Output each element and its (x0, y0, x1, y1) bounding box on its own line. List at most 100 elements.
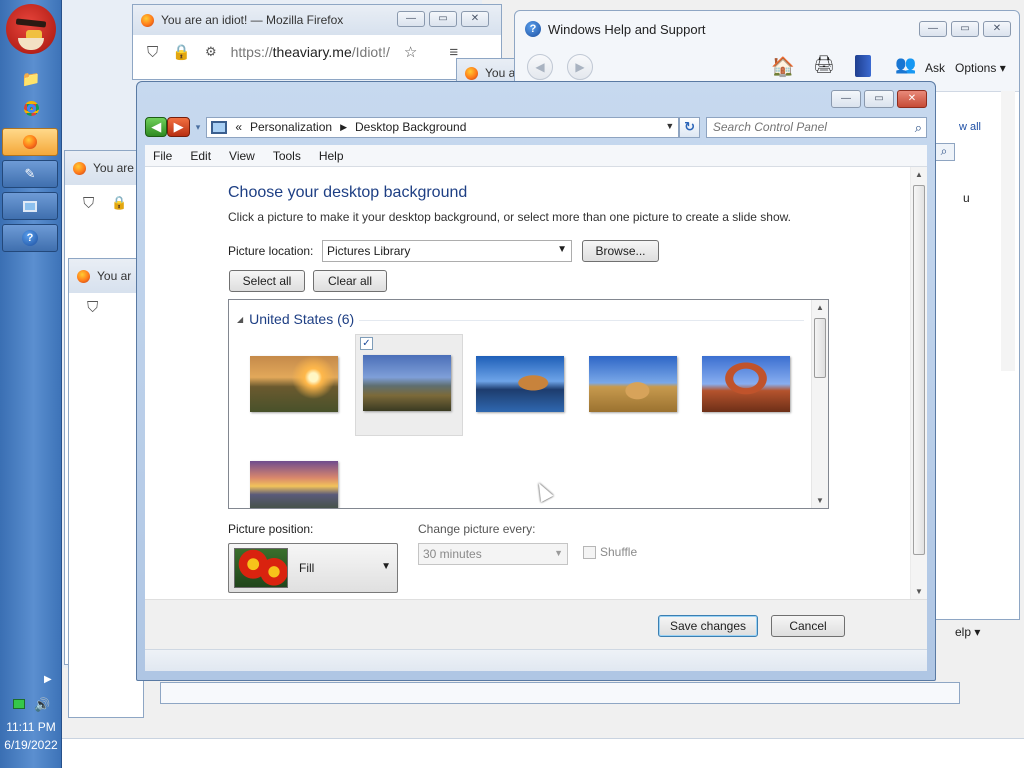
address-dropdown-icon[interactable]: ▼ (665, 121, 674, 131)
page-description: Click a picture to make it your desktop … (228, 210, 791, 224)
taskbar-firefox-button[interactable] (2, 128, 58, 156)
cancel-button[interactable]: Cancel (771, 615, 845, 637)
menu-edit[interactable]: Edit (190, 149, 211, 163)
home-icon[interactable]: 🏠 (771, 55, 795, 79)
thumbnail-coastal-rock[interactable] (455, 336, 564, 438)
breadcrumb-personalization[interactable]: Personalization (250, 120, 332, 134)
firefox-icon (77, 269, 90, 283)
forward-button[interactable]: ▶ (567, 54, 593, 80)
refresh-button[interactable]: ↻ (679, 116, 700, 138)
change-interval-select[interactable]: 30 minutes ▼ (418, 543, 568, 565)
forward-button[interactable]: ▶ (167, 117, 190, 137)
thumbnail-image (250, 356, 338, 412)
select-all-button[interactable]: Select all (229, 270, 305, 292)
start-button-angry-bird[interactable] (6, 4, 56, 54)
recent-pages-icon[interactable]: ▾ (196, 122, 201, 133)
checkbox-box[interactable] (583, 545, 596, 559)
thumbnail-hay-bale[interactable] (568, 336, 677, 438)
breadcrumb-overflow[interactable]: « (235, 120, 242, 134)
lock-icon[interactable]: 🔒 (172, 43, 191, 61)
help-scrollbar[interactable] (1001, 91, 1015, 371)
scrollbar-thumb[interactable] (913, 185, 925, 555)
menu-help[interactable]: Help (319, 149, 344, 163)
help-bottom-link[interactable]: elp ▾ (955, 625, 980, 639)
help-icon: ? (525, 21, 541, 37)
search-box[interactable]: ⌕ (705, 116, 927, 138)
firefox-window[interactable]: You are an idiot! — Mozilla Firefox — ▭ … (132, 4, 502, 80)
search-input[interactable] (712, 120, 913, 134)
breadcrumb-separator-icon[interactable]: ▶ (340, 122, 347, 133)
help-side-text: u (963, 191, 970, 205)
gallery-scrollbar[interactable]: ▲ ▼ (811, 300, 828, 508)
desktop-background-panel: Choose your desktop background Click a p… (145, 167, 927, 599)
print-icon[interactable]: 🖨 (813, 55, 835, 75)
browse-help-icon[interactable] (855, 55, 871, 77)
monitor-icon (23, 200, 37, 212)
picture-position-select[interactable]: Fill ▼ (228, 543, 398, 593)
back-button[interactable]: ◀ (145, 117, 168, 137)
picture-location-select[interactable]: Pictures Library ▼ (322, 240, 572, 262)
taskbar-personalization-button[interactable]: ✎ (2, 160, 58, 188)
breadcrumb-desktop-background[interactable]: Desktop Background (355, 120, 466, 134)
address-bar[interactable]: « Personalization ▶ Desktop Background ▼ (206, 116, 680, 138)
chrome-icon[interactable] (14, 97, 48, 119)
shuffle-checkbox[interactable]: Shuffle (583, 545, 637, 559)
options-button[interactable]: Options ▾ (955, 61, 1006, 75)
thumbnail-lake-sunset[interactable] (229, 441, 338, 508)
taskbar-help-button[interactable]: ? (2, 224, 58, 252)
scroll-down-icon[interactable]: ▼ (915, 587, 923, 596)
clear-all-button[interactable]: Clear all (313, 270, 387, 292)
maximize-button[interactable]: ▭ (951, 21, 979, 37)
minimize-button[interactable]: — (397, 11, 425, 27)
clock-time[interactable]: 11:11 PM (0, 720, 62, 734)
picture-gallery[interactable]: ◢ United States (6) ✓ ▲ ▼ (228, 299, 829, 509)
close-button[interactable]: ✕ (983, 21, 1011, 37)
menu-tools[interactable]: Tools (273, 149, 301, 163)
minimize-button[interactable]: — (831, 90, 861, 108)
view-all-link[interactable]: w all (959, 121, 981, 133)
back-button[interactable]: ◀ (527, 54, 553, 80)
close-button[interactable]: ✕ (897, 90, 927, 108)
tray-expand-icon[interactable]: ▶ (44, 674, 52, 685)
maximize-button[interactable]: ▭ (864, 90, 894, 108)
help-search-button[interactable]: ⌕ (933, 143, 955, 161)
taskbar-control-panel-button[interactable] (2, 192, 58, 220)
menu-view[interactable]: View (229, 149, 255, 163)
minimize-button[interactable]: — (919, 21, 947, 37)
change-picture-label: Change picture every: (418, 522, 536, 536)
thumbnail-delicate-arch[interactable] (681, 336, 790, 438)
shield-icon: ⛉ (83, 195, 95, 212)
thumbnail-lighthouse[interactable]: ✓ (355, 334, 463, 436)
save-changes-button[interactable]: Save changes (658, 615, 758, 637)
group-header[interactable]: ◢ United States (6) (237, 311, 354, 327)
scroll-up-icon[interactable]: ▲ (816, 303, 824, 312)
chevron-down-icon: ▼ (554, 548, 563, 558)
close-button[interactable]: ✕ (461, 11, 489, 27)
page-scrollbar[interactable]: ▲ ▼ (910, 167, 927, 599)
network-icon[interactable] (13, 699, 25, 709)
volume-icon[interactable]: 🔊 (34, 697, 50, 713)
menu-file[interactable]: File (153, 149, 172, 163)
scroll-down-icon[interactable]: ▼ (816, 496, 824, 505)
clock-date[interactable]: 6/19/2022 (0, 738, 62, 752)
ask-icon[interactable]: 👥 (895, 55, 916, 75)
search-icon[interactable]: ⌕ (915, 120, 922, 136)
control-panel-window[interactable]: — ▭ ✕ ◀ ▶ ▾ « Personalization ▶ Desktop … (136, 81, 936, 681)
selected-checkbox[interactable]: ✓ (360, 337, 373, 350)
chevron-down-icon: ▼ (381, 561, 391, 572)
permissions-icon[interactable]: ⚙ (205, 44, 217, 60)
scroll-up-icon[interactable]: ▲ (915, 170, 923, 179)
bookmark-star-icon[interactable]: ☆ (404, 43, 417, 61)
thumbnail-image (476, 356, 564, 412)
thumbnail-image (363, 355, 451, 411)
collapse-icon[interactable]: ◢ (237, 315, 243, 324)
scrollbar-thumb[interactable] (814, 318, 826, 378)
folder-icon[interactable]: 📁 (14, 68, 48, 90)
url-bar[interactable]: https://theaviary.me/Idiot!/ (231, 44, 390, 60)
ask-button[interactable]: Ask (925, 61, 945, 75)
browse-button[interactable]: Browse... (582, 240, 659, 262)
shield-icon[interactable]: ⛉ (147, 44, 158, 61)
picture-position-value: Fill (299, 561, 315, 575)
maximize-button[interactable]: ▭ (429, 11, 457, 27)
thumbnail-sunset-meadow[interactable] (229, 336, 338, 438)
